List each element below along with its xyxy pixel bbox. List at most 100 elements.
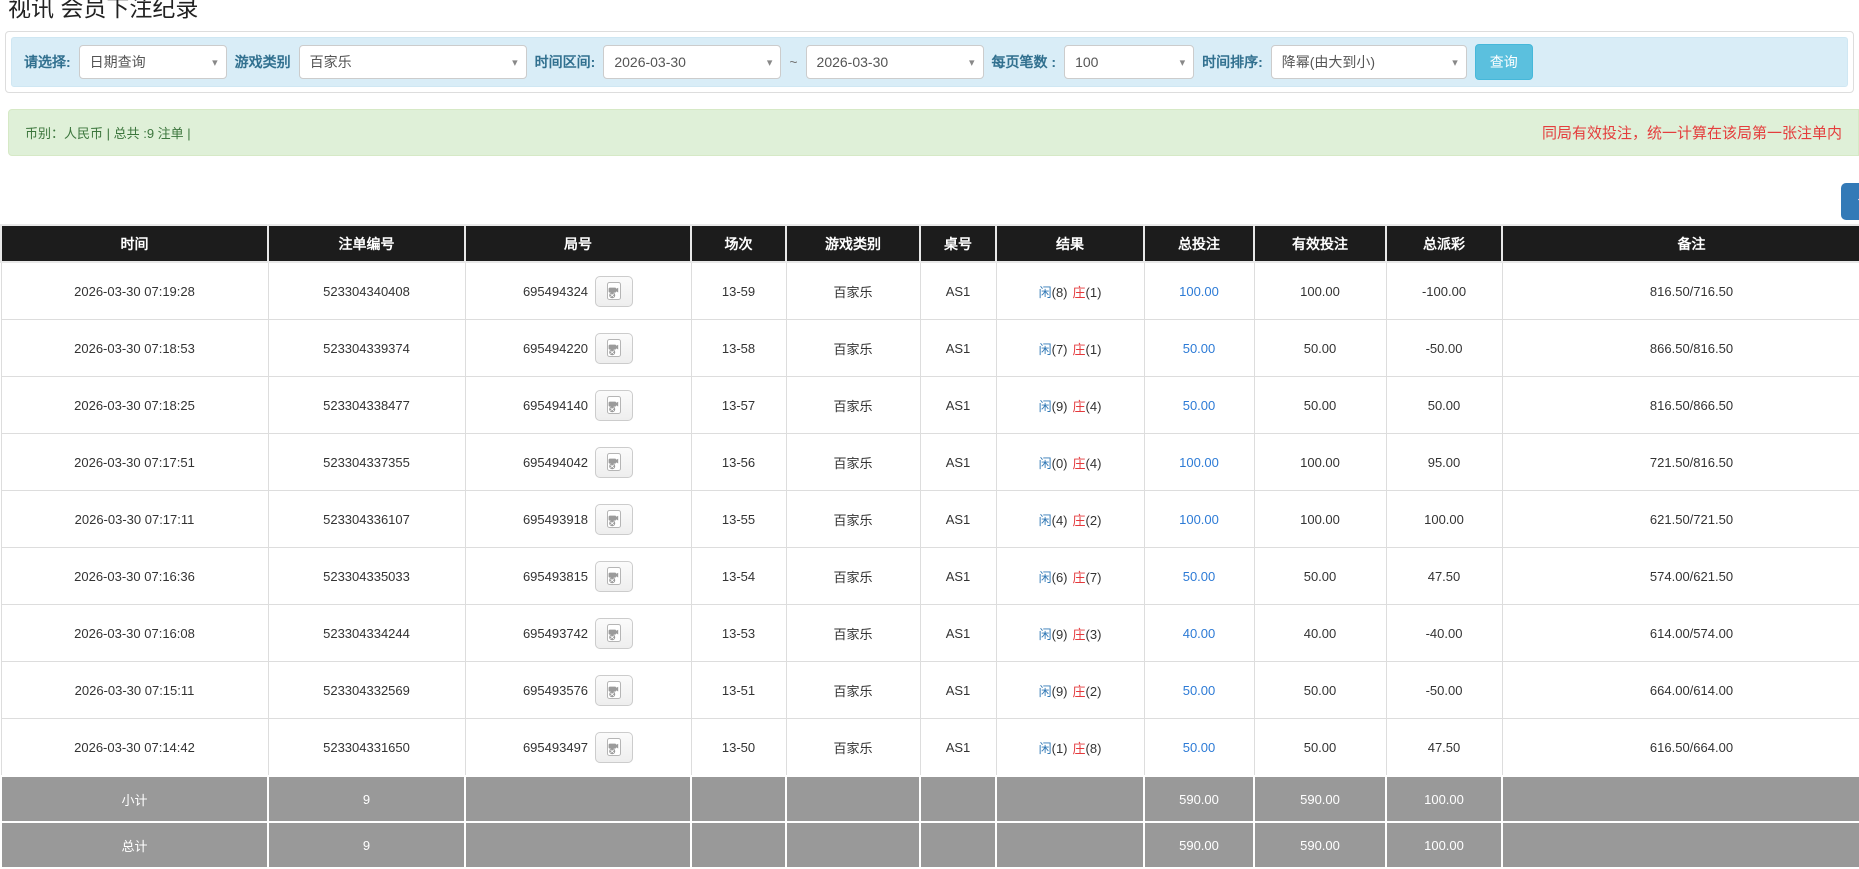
banker-result: 庄 <box>1072 398 1086 414</box>
cell-total-bet: 50.00 <box>1143 376 1255 434</box>
cell-session: 13-58 <box>690 319 787 377</box>
game-type-select[interactable]: 百家乐 ▾ <box>298 45 527 79</box>
cell-game-type: 百家乐 <box>785 433 921 491</box>
cell-game-type: 百家乐 <box>785 547 921 605</box>
cell-bet-id: 523304331650 <box>267 718 466 777</box>
video-replay-button[interactable] <box>595 617 634 649</box>
total-bet-link[interactable]: 50.00 <box>1183 683 1216 698</box>
footer-total-bet: 590.00 <box>1143 821 1255 869</box>
cell-result: 闲(6) 庄(7) <box>995 547 1145 605</box>
footer-empty <box>919 821 997 869</box>
video-replay-button[interactable] <box>595 503 634 535</box>
banker-score: (2) <box>1085 683 1102 699</box>
page-size-select[interactable]: 100 ▾ <box>1064 45 1195 79</box>
cell-time: 2026-03-30 07:16:08 <box>0 604 269 662</box>
records-foot: 小计 9 590.00 590.00 100.00 总计 9 590.00 590.00 100.… <box>0 775 1859 869</box>
cell-result: 闲(0) 庄(4) <box>995 433 1145 491</box>
banker-score: (8) <box>1085 740 1102 756</box>
total-bet-link[interactable]: 40.00 <box>1183 626 1216 641</box>
cell-bet-id: 523304339374 <box>267 319 466 377</box>
cell-game-type: 百家乐 <box>785 490 921 548</box>
cell-total-bet: 50.00 <box>1143 547 1255 605</box>
cell-total-bet: 100.00 <box>1143 433 1255 491</box>
search-button[interactable]: 查询 <box>1474 44 1533 80</box>
cell-table-no: AS1 <box>919 718 997 777</box>
cell-total-bet: 100.00 <box>1143 261 1255 320</box>
cell-game-type: 百家乐 <box>785 718 921 777</box>
video-file-icon <box>607 738 622 756</box>
player-result: 闲 <box>1038 341 1052 357</box>
cell-bet-id: 523304338477 <box>267 376 466 434</box>
total-row: 总计 9 590.00 590.00 100.00 <box>0 821 1859 869</box>
footer-payout: 100.00 <box>1385 821 1503 869</box>
cell-time: 2026-03-30 07:16:36 <box>0 547 269 605</box>
video-replay-button[interactable] <box>595 332 634 364</box>
banker-result: 庄 <box>1072 341 1086 357</box>
date-from-select[interactable]: 2026-03-30 ▾ <box>603 45 782 79</box>
player-result: 闲 <box>1038 569 1052 585</box>
cell-table-no: AS1 <box>919 604 997 662</box>
cell-valid-bet: 50.00 <box>1253 661 1387 719</box>
total-bet-link[interactable]: 100.00 <box>1179 284 1219 299</box>
round-id-text: 695493918 <box>522 511 589 527</box>
round-id-text: 695494140 <box>522 397 589 413</box>
round-id-text: 695493815 <box>522 568 589 584</box>
chevron-down-icon: ▾ <box>512 56 518 69</box>
cell-total-bet: 50.00 <box>1143 718 1255 777</box>
banker-score: (2) <box>1085 512 1102 528</box>
date-from-value: 2026-03-30 <box>614 54 686 70</box>
cell-remark: 621.50/721.50 <box>1501 490 1859 548</box>
col-header-bet-id: 注单编号 <box>267 224 466 263</box>
video-replay-button[interactable] <box>595 389 634 421</box>
page-size-label: 每页笔数 : <box>991 54 1057 70</box>
time-sort-select[interactable]: 降幂(由大到小) ▾ <box>1270 45 1467 79</box>
valid-bet-notice: 同局有效投注，统一计算在该局第一张注单内 <box>1541 125 1842 142</box>
date-to-select[interactable]: 2026-03-30 ▾ <box>805 45 984 79</box>
footer-empty <box>995 821 1145 869</box>
scroll-top-button[interactable]: ↑ <box>1841 183 1859 220</box>
player-score: (6) <box>1051 569 1068 585</box>
footer-empty <box>785 821 921 869</box>
player-result: 闲 <box>1038 626 1052 642</box>
video-replay-button[interactable] <box>595 731 634 763</box>
video-replay-button[interactable] <box>595 446 634 478</box>
cell-game-type: 百家乐 <box>785 661 921 719</box>
cell-valid-bet: 100.00 <box>1253 433 1387 491</box>
cell-valid-bet: 50.00 <box>1253 547 1387 605</box>
round-id-text: 695494220 <box>522 340 589 356</box>
table-row: 2026-03-30 07:18:25 523304338477 695494140… <box>0 376 1859 434</box>
total-bet-link[interactable]: 50.00 <box>1183 569 1216 584</box>
banker-result: 庄 <box>1072 512 1086 528</box>
query-mode-select[interactable]: 日期查询 ▾ <box>78 45 227 79</box>
col-header-valid-bet: 有效投注 <box>1253 224 1387 263</box>
cell-payout: 50.00 <box>1385 376 1503 434</box>
col-header-total-bet: 总投注 <box>1143 224 1255 263</box>
col-header-table-no: 桌号 <box>919 224 997 263</box>
time-sort-value: 降幂(由大到小) <box>1281 54 1376 70</box>
footer-total-bet: 590.00 <box>1143 775 1255 823</box>
total-bet-link[interactable]: 50.00 <box>1183 740 1216 755</box>
cell-valid-bet: 40.00 <box>1253 604 1387 662</box>
footer-empty <box>690 821 787 869</box>
table-row: 2026-03-30 07:16:36 523304335033 695493815… <box>0 547 1859 605</box>
cell-session: 13-50 <box>690 718 787 777</box>
video-replay-button[interactable] <box>595 275 634 307</box>
video-file-icon <box>607 567 622 585</box>
round-id-text: 695493576 <box>522 682 589 698</box>
cell-result: 闲(8) 庄(1) <box>995 261 1145 320</box>
player-result: 闲 <box>1038 284 1052 300</box>
cell-payout: 100.00 <box>1385 490 1503 548</box>
total-bet-link[interactable]: 100.00 <box>1179 455 1219 470</box>
total-bet-link[interactable]: 50.00 <box>1183 341 1216 356</box>
banker-score: (4) <box>1085 455 1102 471</box>
video-replay-button[interactable] <box>595 560 634 592</box>
total-bet-link[interactable]: 100.00 <box>1179 512 1219 527</box>
cell-round-id: 695493918 <box>464 490 692 548</box>
cell-payout: -40.00 <box>1385 604 1503 662</box>
total-bet-link[interactable]: 50.00 <box>1183 398 1216 413</box>
cell-remark: 816.50/716.50 <box>1501 261 1859 320</box>
video-replay-button[interactable] <box>595 674 634 706</box>
time-sort-label: 时间排序: <box>1202 54 1263 70</box>
cell-time: 2026-03-30 07:14:42 <box>0 718 269 777</box>
table-row: 2026-03-30 07:16:08 523304334244 695493742… <box>0 604 1859 662</box>
